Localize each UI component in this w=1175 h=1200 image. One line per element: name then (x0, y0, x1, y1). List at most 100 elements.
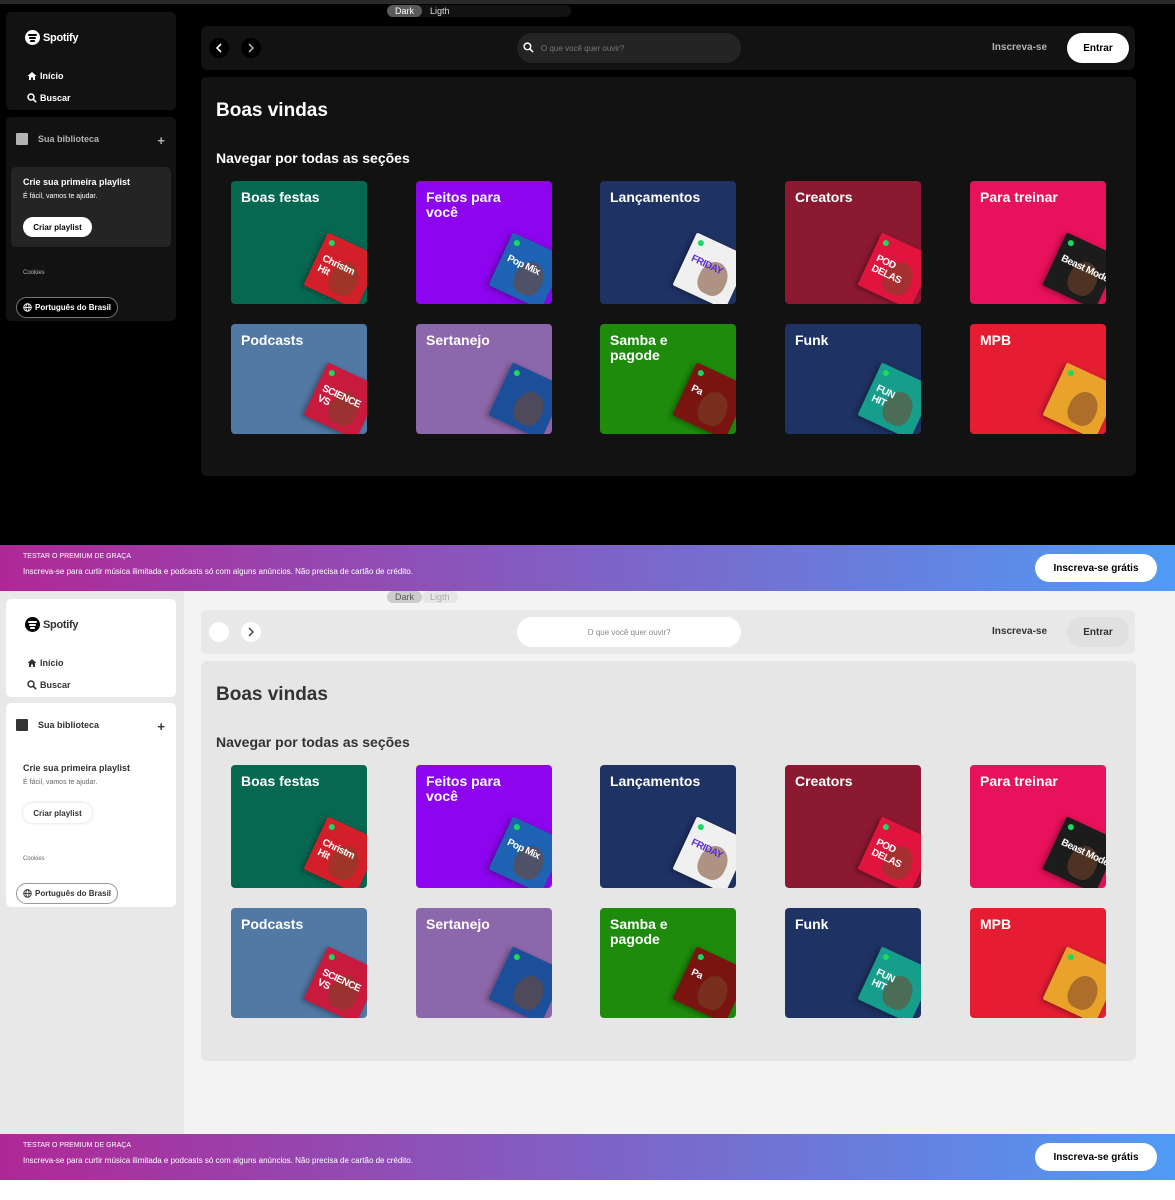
create-playlist-button[interactable]: Criar playlist (23, 803, 92, 823)
category-cover-art: Pa (672, 362, 736, 434)
theme-light-button[interactable]: Ligth (422, 591, 458, 603)
home-icon (27, 72, 37, 80)
nav-search-label: Buscar (40, 93, 71, 103)
category-label: Creators (795, 773, 853, 789)
back-button[interactable] (209, 622, 229, 642)
search-icon (523, 42, 534, 53)
login-button[interactable]: Entrar (1067, 617, 1129, 647)
spotify-logo[interactable]: Spotify (25, 617, 78, 632)
nav-search-label: Buscar (40, 680, 71, 690)
create-playlist-button[interactable]: Criar playlist (23, 217, 92, 237)
language-label: Português do Brasil (35, 889, 112, 898)
create-playlist-subtitle: É fácil, vamos te ajudar. (23, 193, 98, 200)
category-label: Funk (795, 332, 829, 348)
signup-free-button[interactable]: Inscreva-se grátis (1035, 1143, 1157, 1171)
signup-link[interactable]: Inscreva-se (992, 42, 1047, 53)
category-cover-art (488, 362, 552, 434)
top-bar: Inscreva-se Entrar (201, 26, 1135, 70)
language-button[interactable]: Português do Brasil (16, 297, 119, 318)
category-card[interactable]: Sertanejo (416, 324, 552, 434)
light-theme-view: Dark Ligth Spotify Início Buscar Sua bib… (0, 591, 1175, 1134)
forward-button[interactable] (241, 622, 261, 642)
nav-home[interactable]: Início (27, 71, 64, 81)
home-icon (27, 659, 37, 667)
spotify-badge-icon (696, 953, 705, 962)
spotify-badge-icon (881, 823, 890, 832)
search-icon (27, 680, 37, 690)
nav-home[interactable]: Início (27, 658, 64, 668)
spotify-logo[interactable]: Spotify (25, 30, 78, 45)
category-card[interactable]: Para treinar Beast Mode (970, 765, 1106, 888)
category-card[interactable]: Sertanejo (416, 908, 552, 1018)
theme-dark-button[interactable]: Dark (387, 5, 423, 17)
signup-link[interactable]: Inscreva-se (992, 626, 1047, 637)
add-icon[interactable]: + (157, 720, 165, 733)
premium-banner: TESTAR O PREMIUM DE GRAÇA Inscreva-se pa… (0, 1134, 1175, 1180)
category-card[interactable]: Funk FUN HIT (785, 324, 921, 434)
cookies-link[interactable]: Cookies (23, 270, 45, 276)
search-icon (27, 93, 37, 103)
logo-text: Spotify (43, 618, 79, 631)
forward-button[interactable] (241, 38, 261, 58)
category-label: Samba e pagode (610, 916, 668, 947)
category-card[interactable]: Samba e pagode Pa (600, 908, 736, 1018)
login-button[interactable]: Entrar (1067, 33, 1129, 63)
category-card[interactable]: Lançamentos FRIDAY (600, 765, 736, 888)
theme-toggle: Dark Ligth (387, 5, 571, 17)
category-card[interactable]: MPB (970, 324, 1106, 434)
search-input[interactable] (517, 617, 741, 647)
nav-search[interactable]: Buscar (27, 680, 71, 690)
category-card[interactable]: MPB (970, 908, 1106, 1018)
category-label: Lançamentos (610, 189, 701, 205)
spotify-badge-icon (327, 239, 336, 248)
library-panel: Sua biblioteca + Crie sua primeira playl… (6, 117, 176, 321)
spotify-badge-icon (327, 369, 336, 378)
category-card[interactable]: Podcasts SCIENCE VS (231, 908, 367, 1018)
category-cover-art: FUN HIT (857, 362, 921, 434)
cookies-link[interactable]: Cookies (23, 856, 45, 862)
premium-text: Inscreva-se para curtir música ilimitada… (23, 1156, 413, 1165)
category-cover-art: Pop Mix (488, 816, 552, 888)
spotify-badge-icon (512, 823, 521, 832)
category-card[interactable]: Feitos para você Pop Mix (416, 765, 552, 888)
category-card[interactable]: Creators POD DELAS (785, 181, 921, 304)
category-card[interactable]: Boas festas Christm Hit (231, 765, 367, 888)
category-cover-art (488, 946, 552, 1018)
spotify-badge-icon (512, 239, 521, 248)
language-button[interactable]: Português do Brasil (16, 883, 119, 904)
category-cover-art: FRIDAY (672, 232, 736, 304)
theme-dark-button[interactable]: Dark (387, 591, 423, 603)
category-label: Creators (795, 189, 853, 205)
spotify-icon (25, 30, 40, 45)
create-playlist-card: Crie sua primeira playlist É fácil, vamo… (11, 167, 171, 247)
category-card[interactable]: Boas festas Christm Hit (231, 181, 367, 304)
nav-search[interactable]: Buscar (27, 93, 71, 103)
spotify-icon (25, 617, 40, 632)
category-card[interactable]: Samba e pagode Pa (600, 324, 736, 434)
library-header[interactable]: Sua biblioteca (16, 719, 99, 731)
category-card[interactable]: Feitos para você Pop Mix (416, 181, 552, 304)
category-card[interactable]: Lançamentos FRIDAY (600, 181, 736, 304)
create-playlist-title: Crie sua primeira playlist (23, 763, 131, 773)
chevron-left-icon (215, 43, 222, 53)
signup-free-button[interactable]: Inscreva-se grátis (1035, 554, 1157, 582)
category-cover-art: FUN HIT (857, 946, 921, 1018)
library-header[interactable]: Sua biblioteca (16, 133, 99, 145)
library-icon (16, 133, 28, 145)
add-icon[interactable]: + (157, 134, 165, 147)
category-cover-art: Pa (672, 946, 736, 1018)
category-card[interactable]: Para treinar Beast Mode (970, 181, 1106, 304)
spotify-badge-icon (327, 823, 336, 832)
category-card[interactable]: Creators POD DELAS (785, 765, 921, 888)
spotify-badge-icon (696, 239, 705, 248)
theme-light-button[interactable]: Ligth (422, 5, 458, 17)
search-input[interactable] (517, 33, 741, 63)
spotify-badge-icon (696, 823, 705, 832)
create-playlist-subtitle: É fácil, vamos te ajudar. (23, 779, 98, 786)
category-card[interactable]: Podcasts SCIENCE VS (231, 324, 367, 434)
category-card[interactable]: Funk FUN HIT (785, 908, 921, 1018)
spotify-badge-icon (1066, 239, 1075, 248)
nav-home-label: Início (40, 658, 64, 668)
category-label: Boas festas (241, 189, 320, 205)
back-button[interactable] (209, 38, 229, 58)
